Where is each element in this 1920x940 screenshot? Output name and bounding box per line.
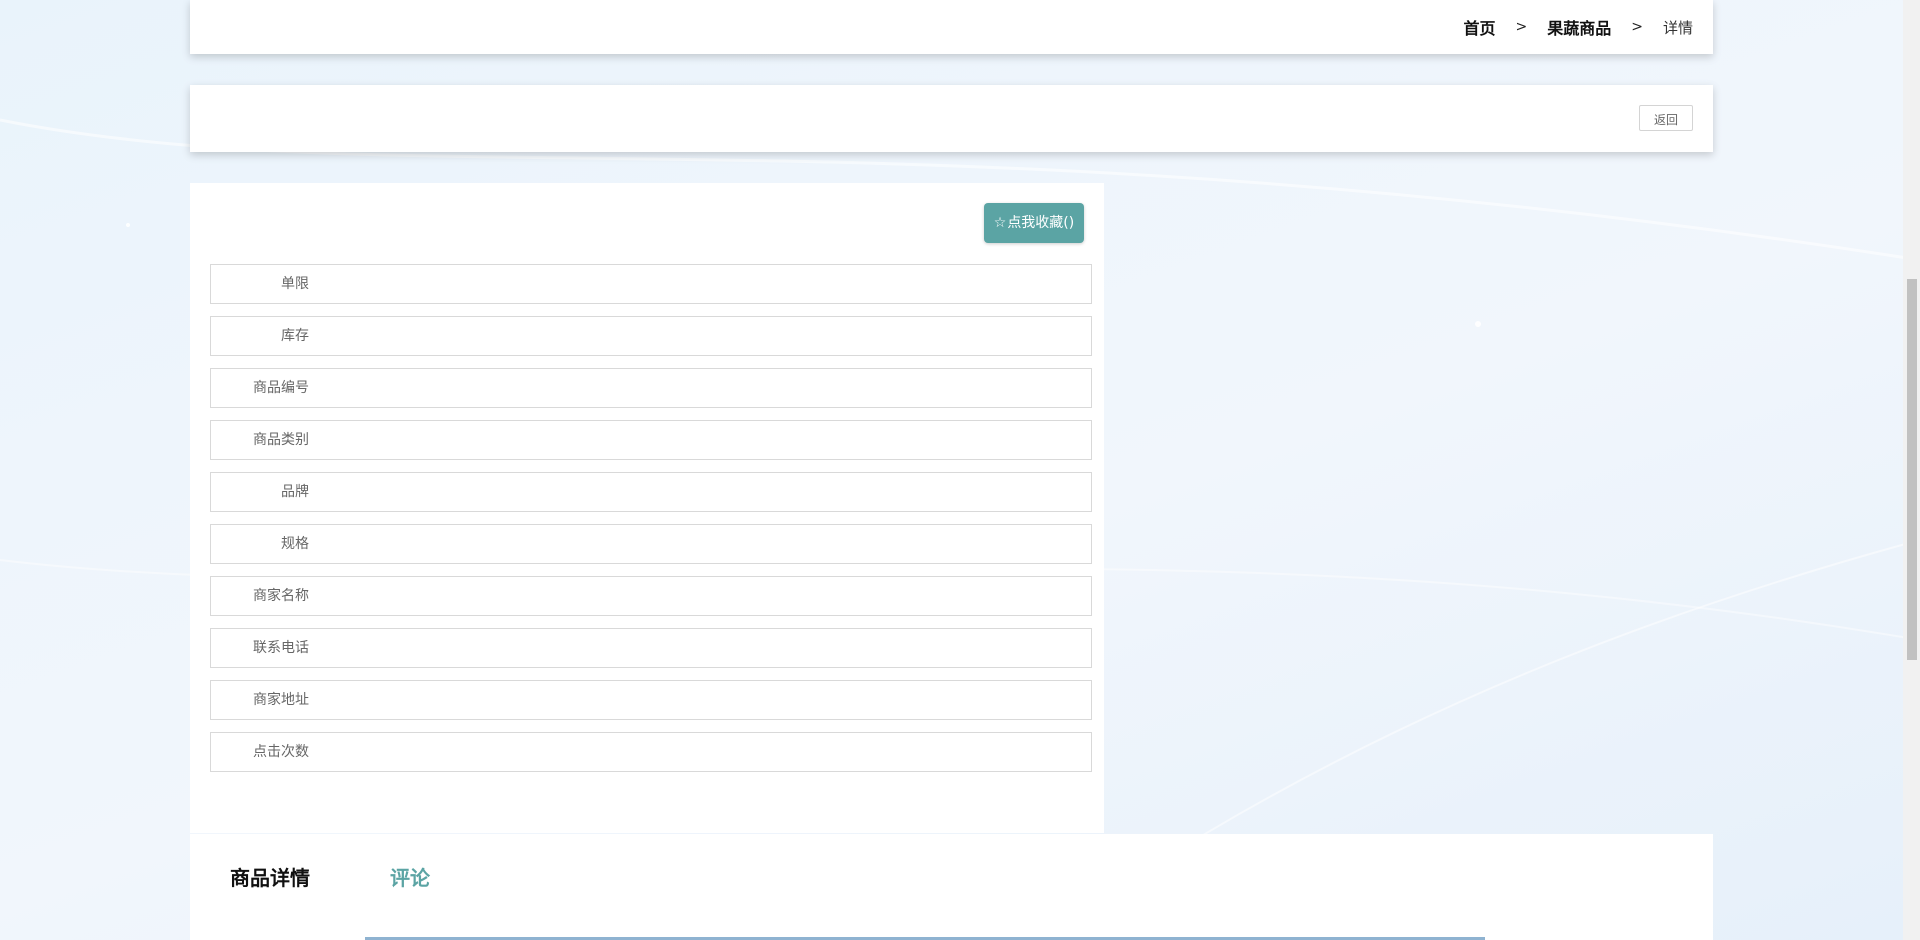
breadcrumb-separator: > [1631, 19, 1643, 35]
back-button[interactable]: 返回 [1639, 105, 1693, 131]
tabs-panel: 商品详情 评论 [190, 834, 1713, 940]
field-label: 点击次数 [253, 744, 309, 760]
breadcrumb-separator: > [1515, 19, 1528, 35]
breadcrumb-home-link[interactable]: 首页 [1463, 15, 1495, 39]
field-label: 库存 [281, 328, 309, 344]
action-bar: 返回 [190, 85, 1713, 152]
field-label: 商品编号 [253, 380, 309, 396]
field-label: 规格 [281, 536, 309, 552]
field-row-spec[interactable]: 规格 [210, 524, 1092, 564]
breadcrumb: 首页 > 果蔬商品 > 详情 [1463, 0, 1693, 54]
field-label: 商品类别 [253, 432, 309, 448]
field-row-brand[interactable]: 品牌 [210, 472, 1092, 512]
breadcrumb-current: 详情 [1662, 18, 1693, 37]
field-row-phone[interactable]: 联系电话 [210, 628, 1092, 668]
favorite-button[interactable]: ☆点我收藏() [984, 203, 1084, 243]
field-label: 商家名称 [253, 588, 309, 604]
favorite-button-label: 点我收藏() [1007, 215, 1075, 231]
field-label: 联系电话 [253, 640, 309, 656]
tab-product-details[interactable]: 商品详情 [230, 862, 310, 891]
field-row-product-category[interactable]: 商品类别 [210, 420, 1092, 460]
field-row-limit[interactable]: 单限 [210, 264, 1092, 304]
field-label: 单限 [281, 276, 309, 292]
breadcrumb-category-link[interactable]: 果蔬商品 [1547, 15, 1611, 39]
tab-comments[interactable]: 评论 [390, 862, 430, 891]
field-label: 品牌 [281, 484, 309, 500]
page-scrollbar[interactable] [1903, 0, 1920, 940]
top-header-bar: 首页 > 果蔬商品 > 详情 [190, 0, 1713, 54]
scrollbar-thumb[interactable] [1907, 279, 1917, 660]
field-row-click-count[interactable]: 点击次数 [210, 732, 1092, 772]
field-label: 商家地址 [253, 692, 309, 708]
field-row-merchant-address[interactable]: 商家地址 [210, 680, 1092, 720]
field-row-product-number[interactable]: 商品编号 [210, 368, 1092, 408]
field-row-merchant-name[interactable]: 商家名称 [210, 576, 1092, 616]
star-icon: ☆ [993, 215, 1007, 231]
product-detail-panel: ☆点我收藏() 单限 库存 商品编号 商品类别 品牌 规格 商家名称 联系电话 … [190, 183, 1104, 833]
field-row-stock[interactable]: 库存 [210, 316, 1092, 356]
